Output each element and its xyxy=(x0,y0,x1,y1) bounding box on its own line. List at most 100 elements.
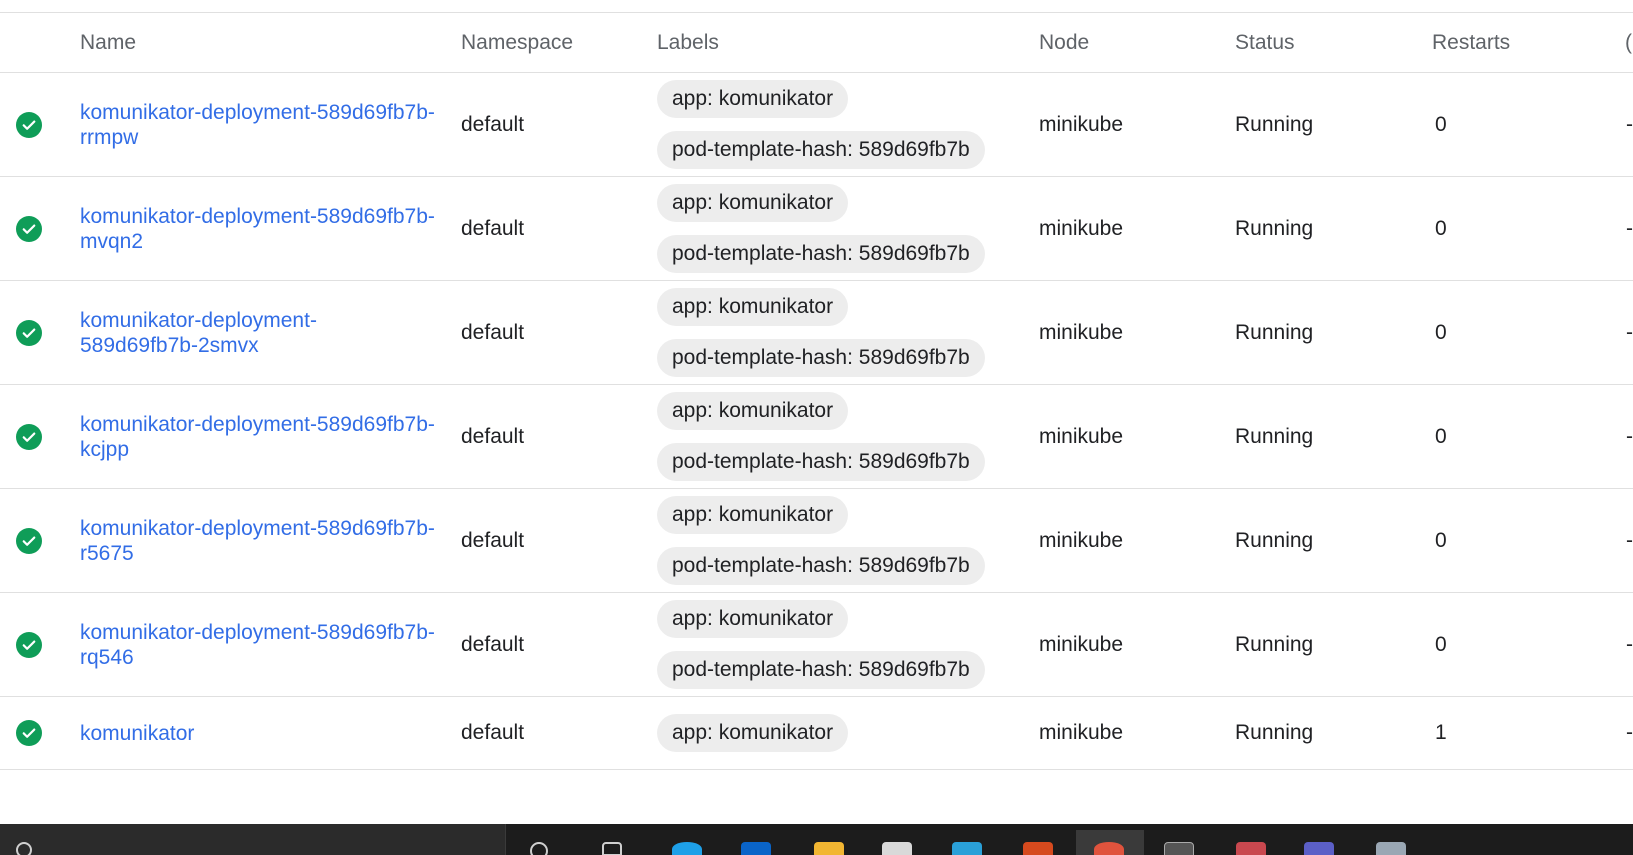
truncated-cell: - xyxy=(1626,424,1633,448)
namespace-cell: default xyxy=(461,424,525,448)
namespace-cell: default xyxy=(461,320,525,344)
table-row[interactable]: komunikator-deployment- 589d69fb7b-2smvx… xyxy=(0,281,1633,385)
task-view-icon[interactable] xyxy=(602,842,622,855)
node-cell: minikube xyxy=(1039,112,1124,136)
labels-cell: app: komunikator pod-template-hash: 589d6… xyxy=(657,593,985,696)
column-header-status[interactable]: Status xyxy=(1235,13,1295,73)
table-row[interactable]: komunikator-deployment-589d69fb7b- kcjpp… xyxy=(0,385,1633,489)
restarts-cell: 0 xyxy=(1435,528,1447,552)
restarts-cell: 0 xyxy=(1435,424,1447,448)
labels-cell: app: komunikator pod-template-hash: 589d6… xyxy=(657,489,985,592)
column-header-labels: Labels xyxy=(657,31,719,54)
restarts-cell: 1 xyxy=(1435,721,1447,744)
mail-icon[interactable] xyxy=(741,842,771,855)
label-chip: pod-template-hash: 589d69fb7b xyxy=(657,547,985,585)
column-header-node[interactable]: Node xyxy=(1039,13,1089,73)
labels-cell: app: komunikator pod-template-hash: 589d6… xyxy=(657,385,985,488)
table-row[interactable]: komunikator-deployment-589d69fb7b- rq546… xyxy=(0,593,1633,697)
check-circle-icon xyxy=(16,527,42,554)
truncated-cell: - xyxy=(1626,632,1633,656)
column-header-name[interactable]: Name xyxy=(80,13,136,73)
pod-name-link[interactable]: komunikator xyxy=(80,721,194,746)
store-icon[interactable] xyxy=(882,842,912,855)
truncated-cell: - xyxy=(1626,320,1633,344)
label-chip: app: komunikator xyxy=(657,600,849,638)
node-cell: minikube xyxy=(1039,528,1124,552)
pod-name-link[interactable]: komunikator-deployment-589d69fb7b- r5675 xyxy=(80,516,435,566)
check-circle-icon xyxy=(16,319,42,346)
windows-taskbar xyxy=(0,824,1633,855)
check-circle-icon xyxy=(16,423,42,450)
cortana-icon[interactable] xyxy=(530,842,548,855)
status-cell: Running xyxy=(1235,632,1314,656)
chrome-icon[interactable] xyxy=(1094,842,1124,855)
node-cell: minikube xyxy=(1039,216,1124,240)
tools-icon[interactable] xyxy=(1236,842,1266,855)
column-header-namespace[interactable]: Namespace xyxy=(461,13,573,73)
status-cell: Running xyxy=(1235,112,1314,136)
namespace-cell: default xyxy=(461,528,525,552)
check-circle-icon xyxy=(16,111,42,138)
search-icon xyxy=(16,842,32,855)
teams-icon[interactable] xyxy=(1304,842,1334,855)
column-header-truncated: ( xyxy=(1625,31,1632,54)
restarts-cell: 0 xyxy=(1435,632,1447,656)
label-chip: app: komunikator xyxy=(657,80,849,118)
terminal-icon[interactable] xyxy=(1164,842,1194,855)
file-explorer-icon[interactable] xyxy=(814,842,844,855)
truncated-cell: - xyxy=(1626,528,1633,552)
pod-name-link[interactable]: komunikator-deployment-589d69fb7b- kcjpp xyxy=(80,412,435,462)
status-cell: Running xyxy=(1235,424,1314,448)
app-icon[interactable] xyxy=(952,842,982,855)
office-icon[interactable] xyxy=(1023,842,1053,855)
pod-name-cell: komunikator-deployment-589d69fb7b- r5675 xyxy=(80,489,450,592)
pod-name-cell: komunikator-deployment-589d69fb7b- mvqn2 xyxy=(80,177,450,280)
label-chip: pod-template-hash: 589d69fb7b xyxy=(657,131,985,169)
check-circle-icon xyxy=(16,631,42,658)
label-chip: app: komunikator xyxy=(657,496,849,534)
table-row[interactable]: komunikator-deployment-589d69fb7b- mvqn2… xyxy=(0,177,1633,281)
label-chip: app: komunikator xyxy=(657,392,849,430)
namespace-cell: default xyxy=(461,112,525,136)
pod-name-cell: komunikator-deployment- 589d69fb7b-2smvx xyxy=(80,281,450,384)
label-chip: app: komunikator xyxy=(657,714,849,752)
label-chip: app: komunikator xyxy=(657,184,849,222)
status-cell: Running xyxy=(1235,528,1314,552)
files-icon[interactable] xyxy=(1376,842,1406,855)
namespace-cell: default xyxy=(461,216,525,240)
restarts-cell: 0 xyxy=(1435,112,1447,136)
pod-name-link[interactable]: komunikator-deployment-589d69fb7b- rrmpw xyxy=(80,100,435,150)
status-cell: Running xyxy=(1235,721,1314,744)
pod-name-link[interactable]: komunikator-deployment-589d69fb7b- rq546 xyxy=(80,620,435,670)
restarts-cell: 0 xyxy=(1435,320,1447,344)
label-chip: pod-template-hash: 589d69fb7b xyxy=(657,651,985,689)
node-cell: minikube xyxy=(1039,632,1124,656)
table-row[interactable]: komunikator default app: komunikator miniku… xyxy=(0,697,1633,770)
check-circle-icon xyxy=(16,215,42,242)
namespace-cell: default xyxy=(461,721,525,744)
taskbar-search-box[interactable] xyxy=(0,824,506,855)
pods-table: Name Namespace Labels Node Status Restar… xyxy=(0,13,1633,770)
edge-browser-icon[interactable] xyxy=(672,842,702,855)
labels-cell: app: komunikator pod-template-hash: 589d6… xyxy=(657,177,985,280)
truncated-cell: - xyxy=(1626,216,1633,240)
status-cell: Running xyxy=(1235,216,1314,240)
truncated-cell: - xyxy=(1626,112,1633,136)
pod-name-link[interactable]: komunikator-deployment-589d69fb7b- mvqn2 xyxy=(80,204,435,254)
label-chip: pod-template-hash: 589d69fb7b xyxy=(657,235,985,273)
labels-cell: app: komunikator pod-template-hash: 589d6… xyxy=(657,281,985,384)
column-header-restarts[interactable]: Restarts xyxy=(1432,13,1510,73)
status-cell: Running xyxy=(1235,320,1314,344)
pod-name-link[interactable]: komunikator-deployment- 589d69fb7b-2smvx xyxy=(80,308,317,358)
label-chip: app: komunikator xyxy=(657,288,849,326)
table-row[interactable]: komunikator-deployment-589d69fb7b- r5675… xyxy=(0,489,1633,593)
table-row[interactable]: komunikator-deployment-589d69fb7b- rrmpw… xyxy=(0,73,1633,177)
check-circle-icon xyxy=(16,720,42,746)
namespace-cell: default xyxy=(461,632,525,656)
table-header: Name Namespace Labels Node Status Restar… xyxy=(0,13,1633,73)
labels-cell: app: komunikator pod-template-hash: 589d6… xyxy=(657,73,985,176)
label-chip: pod-template-hash: 589d69fb7b xyxy=(657,339,985,377)
pod-name-cell: komunikator xyxy=(80,697,450,769)
pod-name-cell: komunikator-deployment-589d69fb7b- rq546 xyxy=(80,593,450,696)
truncated-cell: - xyxy=(1626,721,1633,744)
